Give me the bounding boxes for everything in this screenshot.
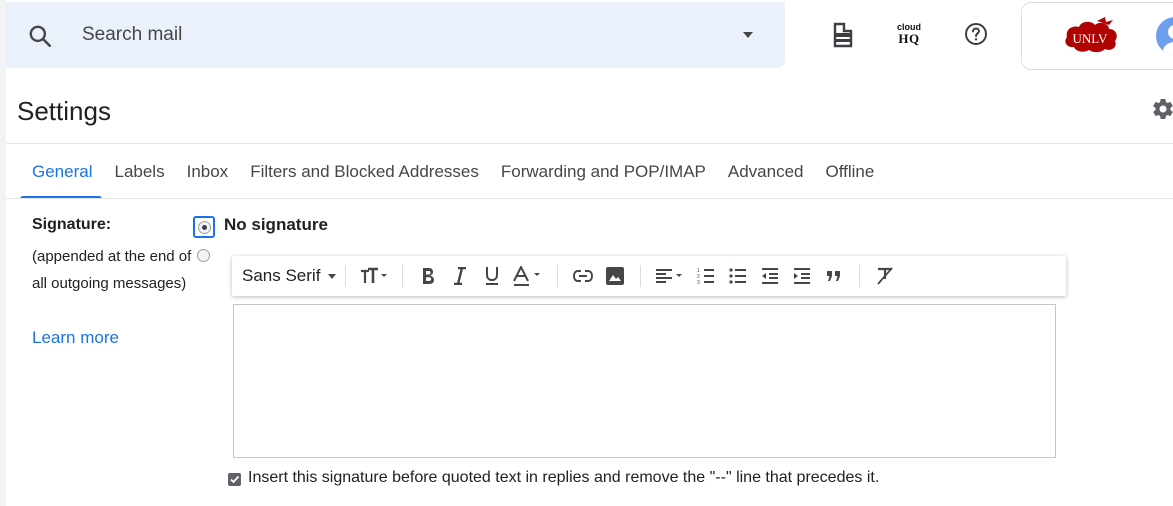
font-family-select[interactable]: Sans Serif [242, 266, 320, 286]
align-icon[interactable] [650, 261, 690, 291]
signature-label: Signature: [32, 216, 112, 233]
tab-general[interactable]: General [19, 162, 104, 199]
radio-dot [197, 220, 211, 234]
indent-less-icon[interactable] [754, 261, 786, 291]
search-options-caret-icon[interactable] [743, 32, 753, 38]
search-bar[interactable]: Search mail [6, 2, 785, 68]
toolbar-separator [859, 265, 861, 287]
tab-filters[interactable]: Filters and Blocked Addresses [250, 162, 479, 192]
no-signature-radio[interactable] [193, 216, 215, 238]
text-color-icon[interactable] [508, 261, 548, 291]
cloudhq-icon[interactable]: cloud HQ [889, 19, 929, 49]
chevron-down-icon[interactable] [328, 273, 337, 279]
signature-editor[interactable] [233, 304, 1056, 458]
learn-more-link[interactable]: Learn more [32, 328, 119, 348]
avatar[interactable] [1156, 17, 1173, 55]
toolbar-separator [345, 265, 347, 287]
insert-before-quoted-label: Insert this signature before quoted text… [248, 469, 880, 486]
tab-labels[interactable]: Labels [114, 162, 164, 192]
quote-icon[interactable] [818, 261, 850, 291]
toolbar-separator [557, 265, 559, 287]
toolbar-separator [640, 265, 642, 287]
left-edge [0, 0, 6, 506]
image-icon[interactable] [599, 261, 631, 291]
bulleted-list-icon[interactable] [722, 261, 754, 291]
numbered-list-icon[interactable]: 123 [690, 261, 722, 291]
document-icon[interactable] [832, 22, 854, 48]
divider [6, 143, 1173, 144]
link-icon[interactable] [567, 261, 599, 291]
indent-more-icon[interactable] [786, 261, 818, 291]
search-icon[interactable] [27, 23, 53, 49]
tab-forwarding[interactable]: Forwarding and POP/IMAP [501, 162, 706, 192]
univ-logo-text: UNLV [1073, 31, 1109, 46]
toolbar-separator [402, 265, 404, 287]
help-icon[interactable] [964, 22, 988, 46]
tab-offline[interactable]: Offline [826, 162, 875, 192]
remove-formatting-icon[interactable] [869, 261, 901, 291]
gear-icon[interactable] [1151, 97, 1173, 121]
tabs-divider [6, 198, 1173, 199]
settings-tabs: General Labels Inbox Filters and Blocked… [19, 162, 896, 199]
insert-before-quoted-checkbox[interactable] [228, 473, 241, 486]
italic-icon[interactable] [444, 261, 476, 291]
signature-description: (appended at the end of all outgoing mes… [32, 248, 192, 292]
svg-text:3: 3 [697, 280, 700, 285]
formatting-toolbar: Sans Serif 123 [232, 256, 1066, 296]
font-size-icon[interactable] [355, 261, 393, 291]
tab-inbox[interactable]: Inbox [187, 162, 229, 192]
underline-icon[interactable] [476, 261, 508, 291]
page-title: Settings [17, 96, 111, 126]
univ-logo: UNLV [1065, 17, 1117, 53]
account-switcher[interactable]: UNLV [1021, 2, 1173, 70]
no-signature-label[interactable]: No signature [224, 215, 328, 235]
bold-icon[interactable] [412, 261, 444, 291]
custom-signature-radio[interactable] [197, 249, 210, 262]
cloudhq-icon-line2: HQ [898, 31, 920, 46]
search-input[interactable]: Search mail [82, 24, 182, 46]
tab-advanced[interactable]: Advanced [728, 162, 804, 192]
